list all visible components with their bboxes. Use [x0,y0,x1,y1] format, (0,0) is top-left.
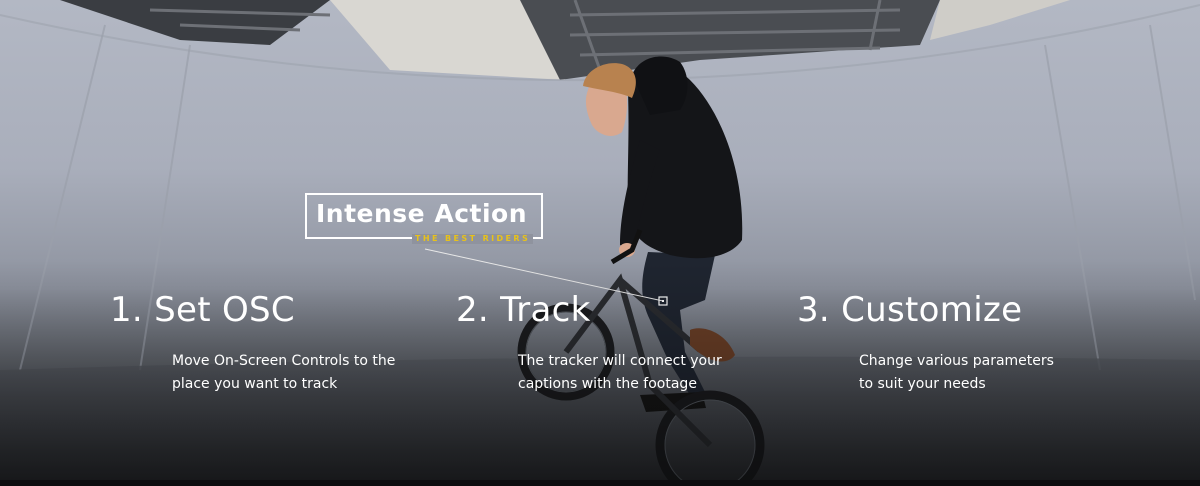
step-2-description: The tracker will connect your captions w… [518,350,722,396]
step-1-line-1: Move On-Screen Controls to the [172,353,396,369]
step-2-line-1: The tracker will connect your [518,353,722,369]
step-3-line-2: to suit your needs [859,376,986,392]
step-2-heading: 2. Track [456,290,591,330]
step-3-line-1: Change various parameters [859,353,1054,369]
caption-subtitle: THE BEST RIDERS [412,234,534,244]
step-1-heading: 1. Set OSC [110,290,295,330]
step-3-heading: 3. Customize [797,290,1023,330]
step-2-line-2: captions with the footage [518,376,697,392]
hero-banner: Intense Action THE BEST RIDERS 1. Set OS… [0,0,1200,480]
bmx-rider-photo [0,0,1200,480]
step-1-description: Move On-Screen Controls to the place you… [172,350,395,396]
bottom-bar [0,480,1200,486]
step-3-description: Change various parameters to suit your n… [859,350,1054,396]
caption-title: Intense Action [316,199,528,228]
step-1-line-2: place you want to track [172,376,338,392]
